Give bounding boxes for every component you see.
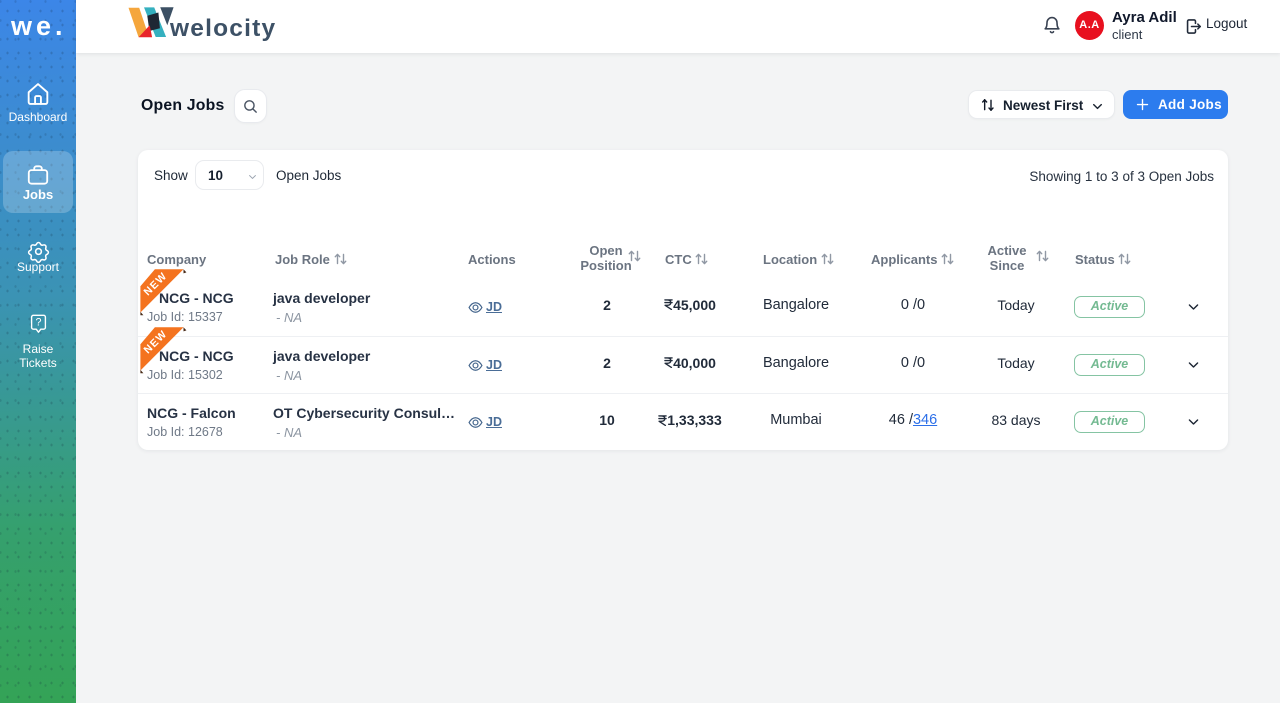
svg-text:?: ? (35, 316, 41, 328)
